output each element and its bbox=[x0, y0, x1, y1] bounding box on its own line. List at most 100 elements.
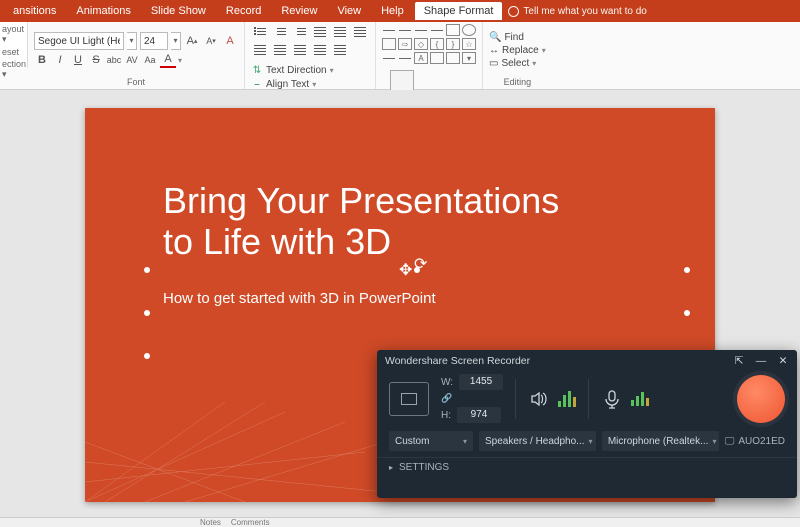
char-spacing-button[interactable]: AV bbox=[124, 52, 140, 68]
justify-button[interactable] bbox=[311, 42, 329, 58]
tab-record[interactable]: Record bbox=[217, 2, 270, 20]
numbering-button[interactable] bbox=[271, 24, 289, 40]
comments-button[interactable]: Comments bbox=[231, 518, 270, 527]
replace-button[interactable]: ↔Replace▾ bbox=[489, 45, 546, 56]
handle-bl[interactable] bbox=[144, 353, 150, 359]
section-button[interactable]: ection ▾ bbox=[2, 59, 25, 80]
decorative-geometry bbox=[85, 402, 385, 502]
handle-mr[interactable] bbox=[684, 310, 690, 316]
shape-textbox-icon[interactable]: A bbox=[414, 52, 428, 64]
notes-button[interactable]: Notes bbox=[200, 518, 221, 527]
width-value[interactable]: 1455 bbox=[459, 374, 503, 390]
shape-callout-icon[interactable] bbox=[430, 52, 444, 64]
recorder-titlebar[interactable]: Wondershare Screen Recorder ⇱ — ✕ bbox=[377, 350, 797, 372]
font-color-dropdown[interactable]: ▾ bbox=[178, 56, 182, 65]
handle-ml[interactable] bbox=[144, 310, 150, 316]
handle-tr[interactable] bbox=[684, 267, 690, 273]
increase-indent-button[interactable] bbox=[331, 24, 349, 40]
shape-curve-icon[interactable] bbox=[382, 52, 396, 64]
tab-view[interactable]: View bbox=[328, 2, 370, 20]
shape-more-icon[interactable]: ▾ bbox=[462, 52, 476, 64]
tab-animations[interactable]: Animations bbox=[67, 2, 139, 20]
slide-title[interactable]: Bring Your Presentationsto Life with 3D bbox=[163, 180, 559, 263]
reset-button[interactable]: eset bbox=[2, 47, 25, 57]
speaker-toggle[interactable] bbox=[528, 388, 550, 410]
italic-button[interactable]: I bbox=[52, 52, 68, 68]
slide-subtitle[interactable]: How to get started with 3D in PowerPoint bbox=[163, 290, 436, 307]
shadow-button[interactable]: abc bbox=[106, 52, 122, 68]
subtitle-textbox-selected[interactable]: ⟳ ✥ How to get started with 3D in PowerP… bbox=[147, 270, 687, 356]
capture-area-button[interactable] bbox=[389, 382, 429, 416]
tab-transitions[interactable]: ansitions bbox=[4, 2, 65, 20]
decrease-indent-button[interactable] bbox=[311, 24, 329, 40]
columns-button[interactable] bbox=[331, 42, 349, 58]
layout-button[interactable]: ayout ▾ bbox=[2, 24, 25, 45]
tab-review[interactable]: Review bbox=[272, 2, 326, 20]
change-case-button[interactable]: Aa bbox=[142, 52, 158, 68]
shape-line2-icon[interactable] bbox=[398, 24, 412, 36]
settings-expander[interactable]: ▸ SETTINGS bbox=[377, 457, 797, 477]
select-icon: ▭ bbox=[489, 58, 498, 69]
clear-formatting-button[interactable]: A bbox=[222, 33, 238, 49]
shape-hex-icon[interactable] bbox=[446, 52, 460, 64]
close-icon[interactable]: ✕ bbox=[777, 355, 789, 367]
shape-star-icon[interactable]: ☆ bbox=[462, 38, 476, 50]
font-size-dropdown[interactable]: ▾ bbox=[171, 32, 181, 50]
font-name-dropdown[interactable]: ▾ bbox=[127, 32, 137, 50]
mic-select[interactable]: Microphone (Realtek...▾ bbox=[602, 431, 719, 451]
monitor-select[interactable]: 🖵AUO21ED bbox=[725, 436, 785, 447]
popout-icon[interactable]: ⇱ bbox=[733, 355, 745, 367]
preset-select[interactable]: Custom▾ bbox=[389, 431, 473, 451]
select-button[interactable]: ▭Select▾ bbox=[489, 58, 536, 69]
shape-rect-icon[interactable] bbox=[446, 24, 460, 36]
record-button[interactable] bbox=[737, 375, 785, 423]
underline-button[interactable]: U bbox=[70, 52, 86, 68]
increase-font-button[interactable]: A▴ bbox=[184, 33, 200, 49]
tab-help[interactable]: Help bbox=[372, 2, 413, 20]
shape-diamond-icon[interactable]: ◇ bbox=[414, 38, 428, 50]
decrease-font-button[interactable]: A▾ bbox=[203, 33, 219, 49]
tab-shape-format[interactable]: Shape Format bbox=[415, 2, 503, 20]
minimize-icon[interactable]: — bbox=[755, 355, 767, 367]
shape-connector2-icon[interactable] bbox=[430, 24, 444, 36]
shape-brace-r-icon[interactable]: } bbox=[446, 38, 460, 50]
shape-arrow-icon[interactable]: ⇨ bbox=[398, 38, 412, 50]
bullets-button[interactable] bbox=[251, 24, 269, 40]
rotate-handle[interactable]: ⟳ bbox=[414, 254, 420, 260]
height-value[interactable]: 974 bbox=[457, 407, 501, 423]
speaker-select[interactable]: Speakers / Headpho...▾ bbox=[479, 431, 596, 451]
tab-slide-show[interactable]: Slide Show bbox=[142, 2, 215, 20]
editing-group: 🔍Find ↔Replace▾ ▭Select▾ Editing bbox=[483, 22, 552, 89]
line-spacing-button[interactable] bbox=[351, 24, 369, 40]
find-button[interactable]: 🔍Find bbox=[489, 32, 524, 43]
shape-brace-l-icon[interactable]: { bbox=[430, 38, 444, 50]
shapes-gallery[interactable]: ⇨ ◇ { } ☆ A ▾ bbox=[382, 24, 476, 64]
shape-line-icon[interactable] bbox=[382, 24, 396, 36]
shape-rect2-icon[interactable] bbox=[382, 38, 396, 50]
align-text-button[interactable]: ⎯Align Text▾ bbox=[251, 78, 361, 90]
text-direction-icon: ⇅ bbox=[251, 64, 263, 76]
shape-connector-icon[interactable] bbox=[414, 24, 428, 36]
shape-freeform-icon[interactable] bbox=[398, 52, 412, 64]
drawing-group: ⇨ ◇ { } ☆ A ▾ Arrange▾ Quick Styles▾ bbox=[376, 22, 483, 89]
text-direction-button[interactable]: ⇅Text Direction▾ bbox=[251, 64, 361, 76]
font-name-combo[interactable] bbox=[34, 32, 124, 50]
align-center-button[interactable] bbox=[271, 42, 289, 58]
handle-tl[interactable] bbox=[144, 267, 150, 273]
screen-recorder-window[interactable]: Wondershare Screen Recorder ⇱ — ✕ W:1455… bbox=[377, 350, 797, 498]
tell-me-search[interactable]: Tell me what you want to do bbox=[508, 6, 646, 17]
align-right-button[interactable] bbox=[291, 42, 309, 58]
font-color-button[interactable]: A bbox=[160, 52, 176, 68]
font-size-combo[interactable] bbox=[140, 32, 168, 50]
screen-icon bbox=[401, 393, 417, 405]
height-label: H: bbox=[441, 410, 451, 421]
mic-toggle[interactable] bbox=[601, 388, 623, 410]
multilevel-button[interactable] bbox=[291, 24, 309, 40]
strikethrough-button[interactable]: S bbox=[88, 52, 104, 68]
shape-oval-icon[interactable] bbox=[462, 24, 476, 36]
bold-button[interactable]: B bbox=[34, 52, 50, 68]
lightbulb-icon bbox=[508, 6, 519, 17]
lock-aspect-icon[interactable]: 🔗 bbox=[441, 393, 452, 404]
align-left-button[interactable] bbox=[251, 42, 269, 58]
speaker-levels bbox=[558, 391, 576, 407]
